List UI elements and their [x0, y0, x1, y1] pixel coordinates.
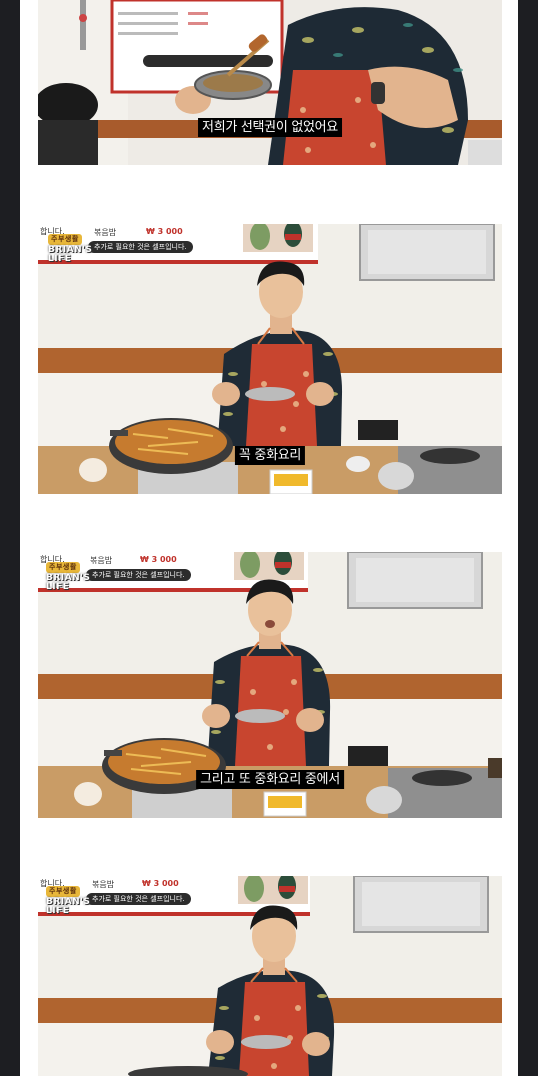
scene-illustration [38, 876, 502, 1076]
channel-logo: 주부생활 BRIAN'S LIFE [48, 234, 92, 264]
channel-logo: 주부생활 BRIAN'S LIFE [46, 886, 90, 916]
sign-notice: 추가로 필요한 것은 셀프입니다. [88, 241, 193, 253]
sign-price: ₩ 3 000 [146, 227, 183, 236]
channel-logo-line2: LIFE [46, 906, 70, 916]
sign-menu-item: 볶음밥 [94, 228, 117, 237]
sign-price: ₩ 3 000 [140, 555, 177, 564]
video-frame-3: 합니다. 볶음밥 ₩ 3 000 추가로 필요한 것은 셀프입니다. 주부생활 … [38, 552, 502, 818]
channel-logo-line2: LIFE [48, 254, 72, 264]
channel-logo-tag: 주부생활 [48, 234, 82, 245]
scene-illustration [38, 0, 502, 165]
channel-logo-tag: 주부생활 [46, 886, 80, 897]
video-frame-2: 합니다. 볶음밥 ₩ 3 000 추가로 필요한 것은 셀프입니다. 주부생활 … [38, 224, 502, 494]
video-frame-1: 저희가 선택권이 없었어요 [38, 0, 502, 165]
subtitle: 저희가 선택권이 없었어요 [198, 118, 342, 137]
article-page: 저희가 선택권이 없었어요 합니다. 볶음밥 ₩ 3 000 추가로 필요한 것… [20, 0, 518, 1076]
channel-logo-tag: 주부생활 [46, 562, 80, 573]
sign-notice: 추가로 필요한 것은 셀프입니다. [86, 569, 191, 581]
subtitle: 그리고 또 중화요리 중에서 [196, 770, 344, 789]
sign-notice: 추가로 필요한 것은 셀프입니다. [86, 893, 191, 905]
sign-menu-item: 볶음밥 [90, 556, 113, 565]
sign-menu-item: 볶음밥 [92, 880, 115, 889]
sign-price: ₩ 3 000 [142, 879, 179, 888]
channel-logo-line2: LIFE [46, 582, 70, 592]
channel-logo: 주부생활 BRIAN'S LIFE [46, 562, 90, 592]
subtitle: 꼭 중화요리 [234, 446, 306, 465]
video-frame-4: 합니다. 볶음밥 ₩ 3 000 추가로 필요한 것은 셀프입니다. 주부생활 … [38, 876, 502, 1076]
